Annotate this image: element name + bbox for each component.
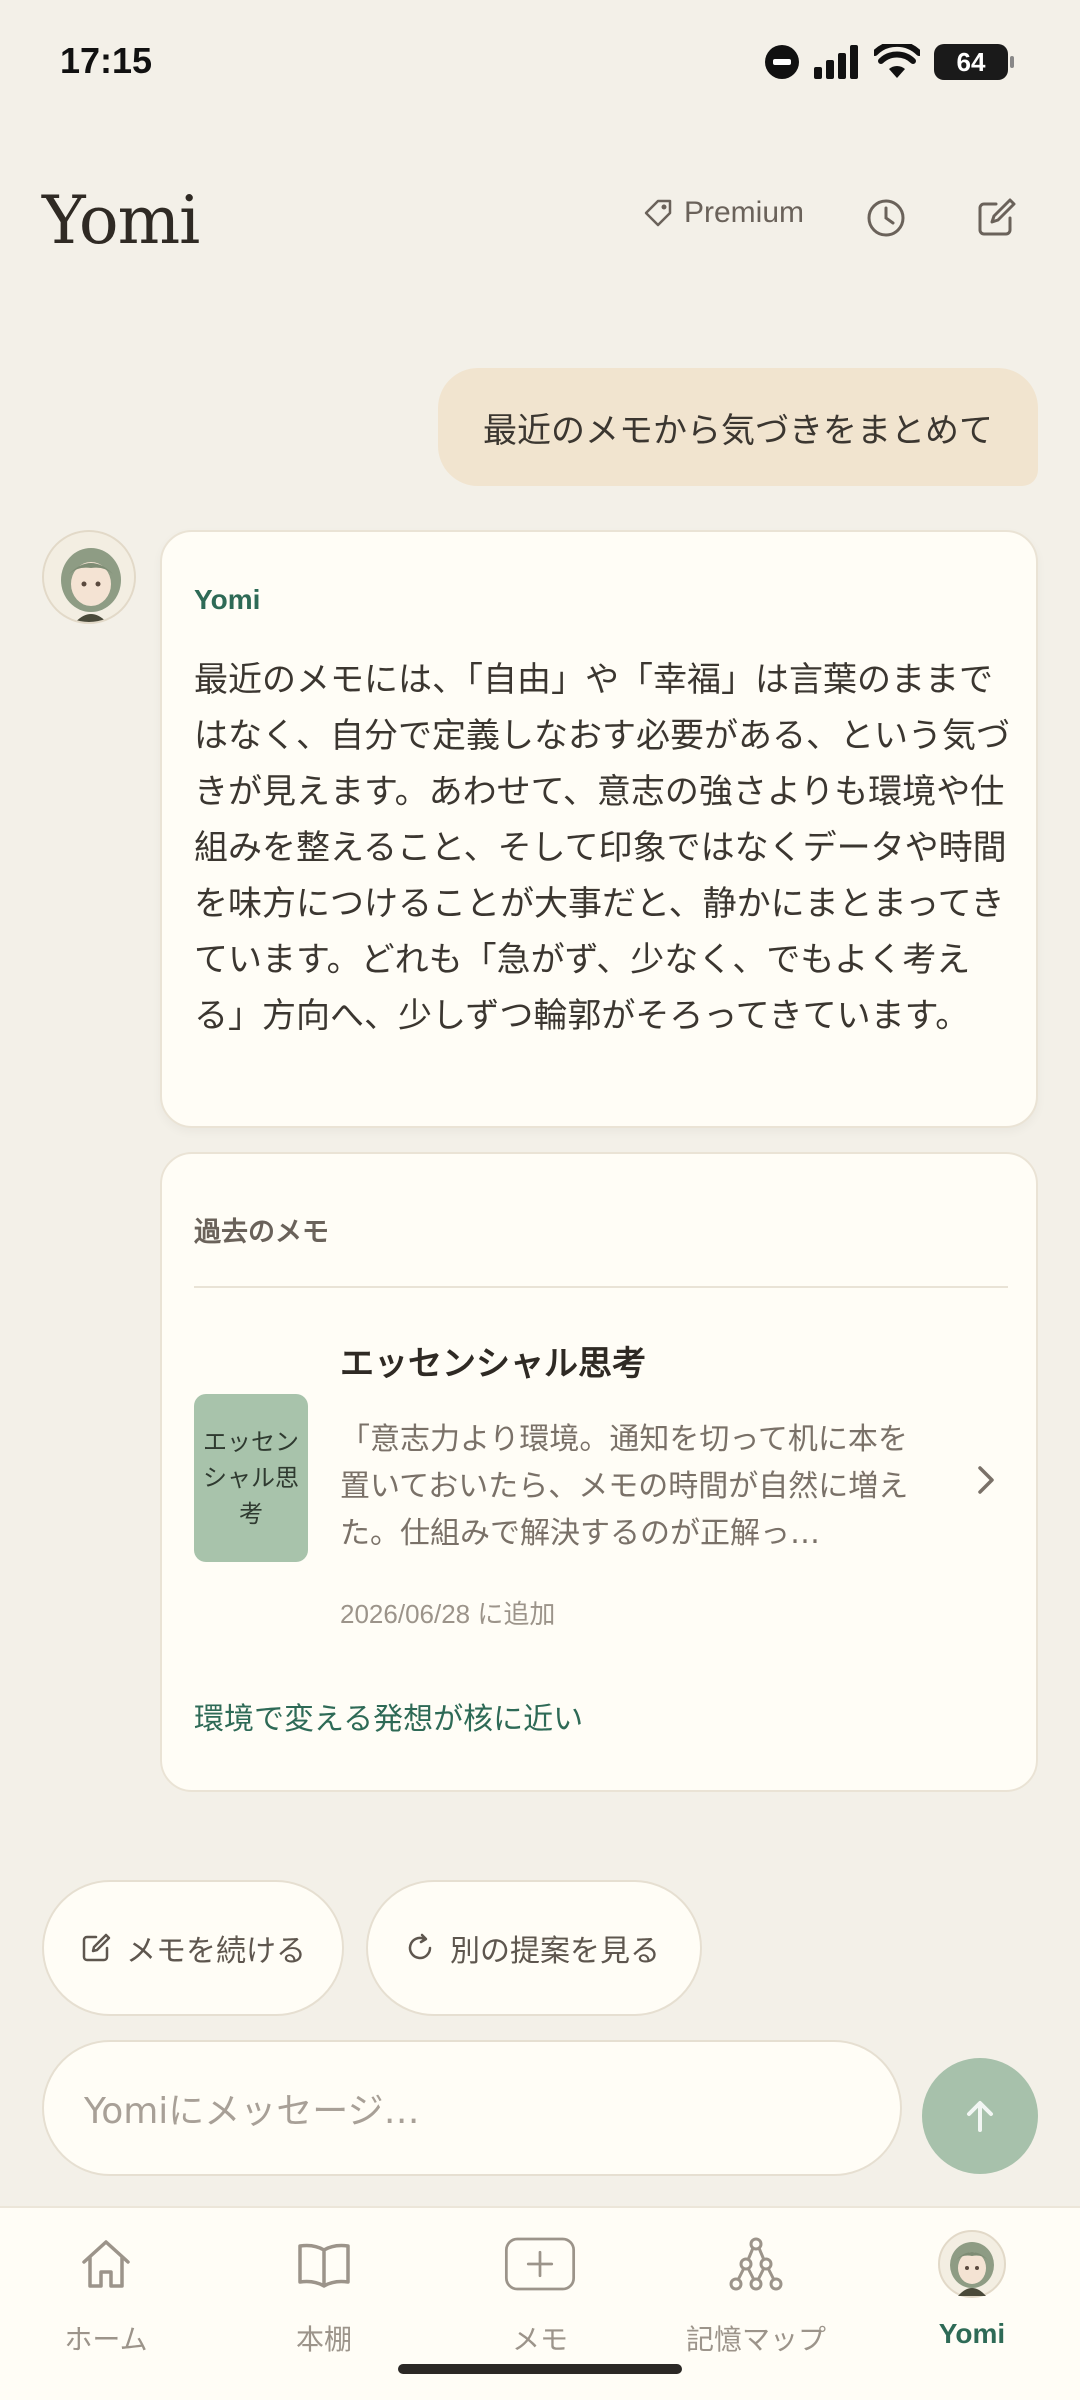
edit-icon[interactable] — [974, 196, 1018, 240]
wifi-icon — [874, 44, 920, 78]
battery-indicator: 64 — [934, 44, 1014, 80]
tab-memory-map-label: 記憶マップ — [685, 2323, 826, 2356]
book-cover: エッセンシャル思考 — [194, 1394, 308, 1562]
avatar — [42, 530, 136, 624]
tab-home[interactable]: ホーム — [6, 2228, 206, 2368]
status-icons: 64 — [764, 44, 1014, 80]
home-icon — [82, 2240, 130, 2288]
status-time: 17:15 — [60, 40, 153, 81]
past-memo-card: 過去のメモ エッセンシャル思考 エッセンシャル思考 「意志力より環境。通知を切っ… — [160, 1152, 1038, 1792]
continue-memo-button[interactable]: メモを続ける — [42, 1880, 344, 2016]
tab-memo-label: メモ — [511, 2323, 568, 2356]
divider — [194, 1286, 1008, 1288]
another-suggestion-label: 別の提案を見る — [450, 1934, 660, 1969]
memo-quote: 「意志力より環境。通知を切って机に本を置いておいたら、メモの時間が自然に増えた。… — [340, 1422, 909, 1551]
tab-bookshelf-label: 本棚 — [295, 2323, 352, 2356]
premium-button[interactable]: Premium — [642, 196, 804, 230]
book-title: エッセンシャル思考 — [340, 1344, 646, 1384]
premium-label: Premium — [684, 196, 805, 229]
app-header: Yomi Premium — [0, 170, 1080, 270]
ai-sender-name: Yomi — [194, 584, 261, 615]
ai-response-text: 最近のメモには、「自由」や「幸福」は言葉のままではなく、自分で定義しなおす必要が… — [194, 660, 1010, 1036]
home-indicator[interactable] — [398, 2364, 682, 2374]
graph-icon — [729, 2237, 783, 2291]
memo-insight: 環境で変える発想が核に近い — [194, 1702, 584, 1737]
status-bar: 17:15 64 — [0, 0, 1080, 130]
avatar-icon — [938, 2230, 1006, 2298]
tab-memo[interactable]: メモ — [440, 2228, 640, 2368]
arrow-up-icon — [967, 2101, 993, 2132]
chevron-right-icon[interactable] — [966, 1460, 1006, 1500]
tab-home-label: ホーム — [64, 2323, 148, 2356]
book-icon — [298, 2243, 350, 2288]
tab-yomi-label: Yomi — [938, 2318, 1006, 2349]
send-button[interactable] — [922, 2058, 1038, 2174]
signal-icon — [814, 45, 858, 79]
plus-icon — [504, 2237, 576, 2291]
tab-memory-map[interactable]: 記憶マップ — [656, 2228, 856, 2368]
another-suggestion-button[interactable]: 別の提案を見る — [366, 1880, 702, 2016]
user-message-bubble: 最近のメモから気づきをまとめて — [438, 368, 1038, 486]
past-memo-heading: 過去のメモ — [194, 1217, 329, 1248]
tab-bookshelf[interactable]: 本棚 — [224, 2228, 424, 2368]
memo-date: 2026/06/28 に追加 — [340, 1599, 556, 1629]
tab-yomi[interactable]: Yomi — [872, 2228, 1072, 2368]
ai-response-card: Yomi 最近のメモには、「自由」や「幸福」は言葉のままではなく、自分で定義しな… — [160, 530, 1038, 1128]
app-title: Yomi — [42, 182, 200, 259]
continue-memo-label: メモを続ける — [126, 1934, 306, 1969]
clock-icon[interactable] — [864, 196, 908, 240]
do-not-disturb-icon — [765, 45, 799, 79]
edit-icon — [82, 1933, 111, 1962]
refresh-icon — [408, 1933, 432, 1960]
tag-icon — [644, 199, 672, 227]
message-input[interactable]: Yomiにメッセージ… — [42, 2040, 902, 2176]
